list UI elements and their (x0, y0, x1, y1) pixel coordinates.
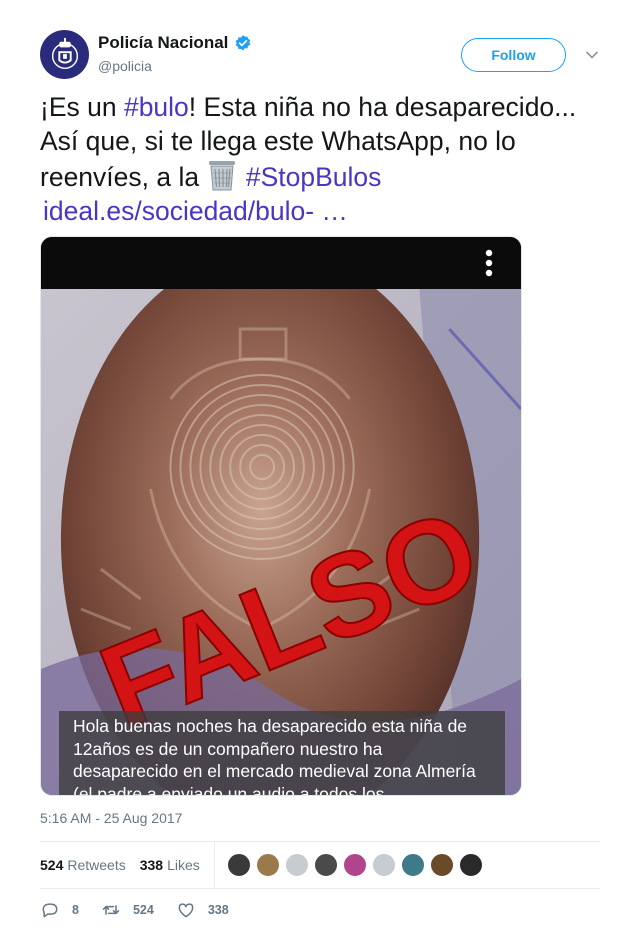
reply-icon (42, 903, 58, 918)
kebab-menu-icon[interactable] (485, 249, 493, 277)
retweets-stat[interactable]: 524 Retweets (40, 857, 126, 873)
likes-label: Likes (167, 857, 200, 873)
author-info: Policía Nacional @policia (98, 33, 252, 74)
likes-stat[interactable]: 338 Likes (140, 857, 200, 873)
follow-button[interactable]: Follow (461, 38, 566, 72)
media-topbar (41, 237, 521, 289)
wastebasket-icon (209, 161, 236, 191)
retweet-icon (102, 905, 120, 915)
tweet-text-part: ¡Es un (40, 92, 124, 122)
verified-icon (236, 35, 251, 51)
tweet-media[interactable]: FALSO Hola buenas noches ha desaparecido… (40, 236, 522, 796)
like-icon (178, 903, 194, 918)
divider (40, 888, 600, 889)
reply-count: 8 (72, 903, 79, 917)
hashtag-stopbulos[interactable]: #StopBulos (246, 162, 382, 192)
retweets-count: 524 (40, 857, 64, 873)
tweet-text: ¡Es un #bulo! Esta niña no ha desapareci… (40, 90, 615, 228)
reply-action[interactable]: 8 (40, 900, 79, 920)
police-badge-icon (51, 37, 78, 69)
liker-avatar[interactable] (429, 853, 454, 877)
like-action[interactable]: 338 (176, 900, 229, 920)
likes-count: 338 (139, 857, 164, 873)
liker-avatar[interactable] (284, 853, 309, 877)
retweet-count: 524 (132, 903, 154, 917)
chevron-down-icon[interactable] (585, 48, 599, 62)
handle[interactable]: @policia (98, 58, 252, 74)
liker-avatar[interactable] (226, 853, 251, 877)
liker-avatar[interactable] (342, 853, 367, 877)
article-link[interactable]: ideal.es/sociedad/bulo- … (43, 196, 348, 226)
retweets-label: Retweets (67, 857, 126, 873)
avatar[interactable] (40, 30, 89, 79)
like-count: 338 (207, 903, 229, 917)
liker-avatar[interactable] (255, 853, 280, 877)
tweet-stats: 524 Retweets 338 Likes (40, 842, 600, 888)
retweet-action[interactable]: 524 (101, 900, 154, 920)
tweet-header: Policía Nacional @policia Follow (40, 30, 600, 82)
stats-separator (213, 842, 215, 888)
display-name[interactable]: Policía Nacional (98, 33, 228, 53)
liker-avatar[interactable] (400, 853, 425, 877)
liker-avatar[interactable] (458, 853, 483, 877)
liker-avatar[interactable] (371, 853, 396, 877)
tweet-timestamp[interactable]: 5:16 AM - 25 Aug 2017 (40, 810, 182, 826)
hashtag-bulo[interactable]: #bulo (124, 92, 189, 122)
liker-avatar[interactable] (313, 853, 338, 877)
liker-avatars (226, 853, 483, 877)
tweet-actions: 8 524 338 (40, 898, 251, 922)
media-caption: Hola buenas noches ha desaparecido esta … (59, 711, 505, 795)
